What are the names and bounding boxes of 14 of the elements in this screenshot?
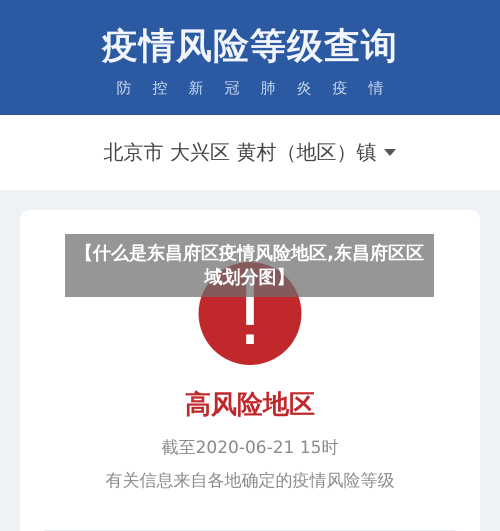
subtitle-character: 新 xyxy=(188,78,204,98)
subtitle-character: 情 xyxy=(368,78,384,98)
subtitle-character: 疫 xyxy=(332,78,348,98)
source-note: 有关信息来自各地确定的疫情风险等级 xyxy=(106,470,394,492)
subtitle-character: 炎 xyxy=(296,78,312,98)
subtitle-character: 冠 xyxy=(224,78,240,98)
subtitle-character: 肺 xyxy=(260,78,276,98)
risk-level: 高风险地区 xyxy=(185,388,315,422)
caption-text: 【什么是东昌府区疫情风险地区,东昌府区区域划分图】 xyxy=(74,242,425,290)
caret-icon xyxy=(384,148,396,156)
update-time: 截至2020-06-21 15时 xyxy=(162,436,338,459)
subtitle-character: 防 xyxy=(116,78,132,98)
app-title: 疫情风险等级查询 xyxy=(102,24,398,68)
subtitle-character: 控 xyxy=(152,78,168,98)
